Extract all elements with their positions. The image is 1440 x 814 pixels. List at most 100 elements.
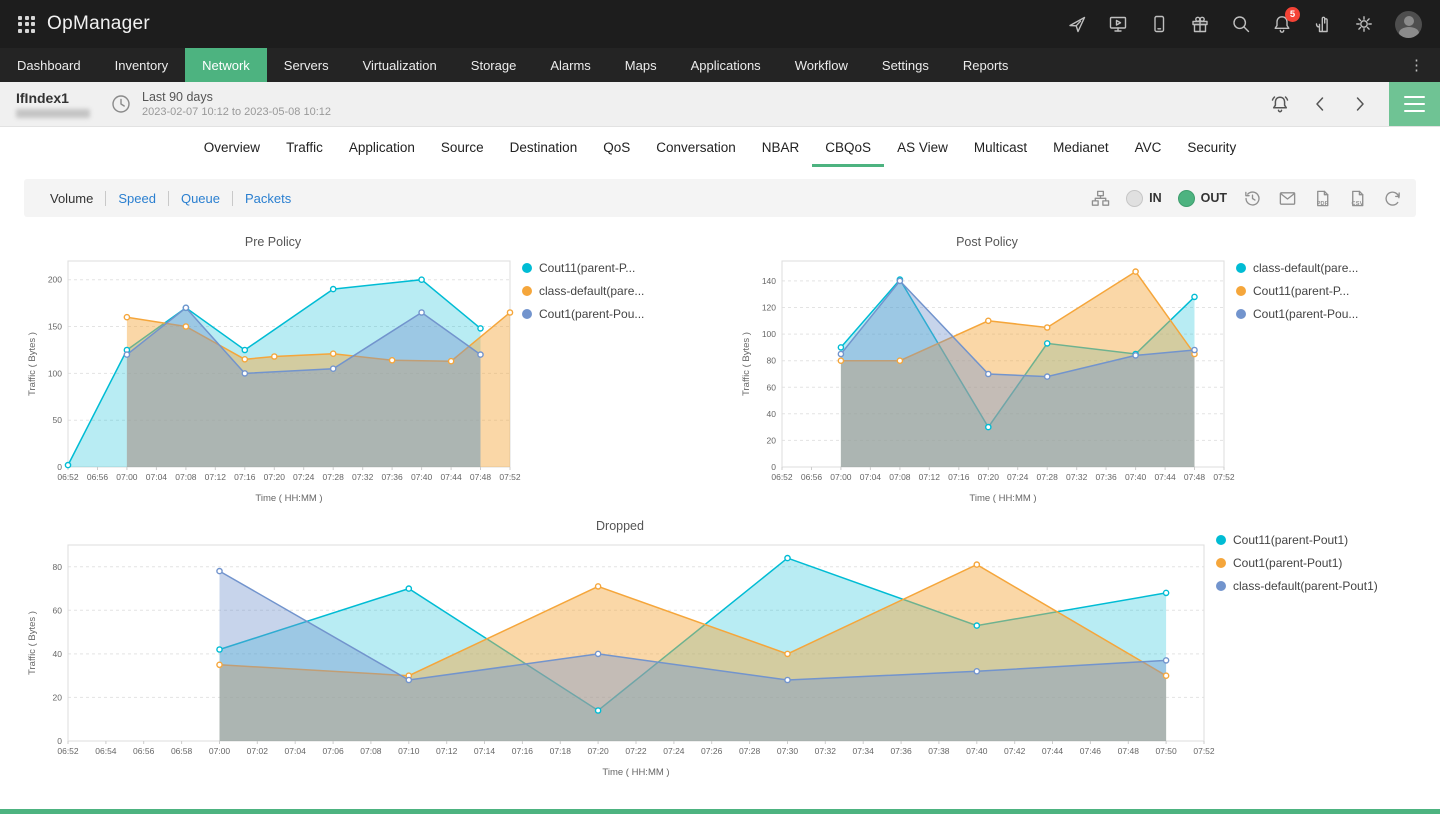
legend-dot	[522, 263, 532, 273]
out-radio[interactable]	[1177, 189, 1195, 207]
svg-text:07:08: 07:08	[175, 472, 197, 482]
out-label: OUT	[1200, 191, 1227, 205]
sitemap-icon[interactable]	[1091, 189, 1110, 208]
legend-label: Cout1(parent-Pou...	[1253, 307, 1359, 321]
in-toggle[interactable]: IN	[1126, 189, 1162, 207]
app-grid-icon[interactable]	[18, 15, 35, 33]
svg-text:07:36: 07:36	[1095, 472, 1117, 482]
clock-icon[interactable]	[110, 93, 132, 115]
tab-as-view[interactable]: AS View	[884, 127, 961, 167]
notification-badge: 5	[1285, 7, 1300, 22]
svg-text:06:56: 06:56	[133, 746, 155, 756]
svg-text:120: 120	[762, 303, 776, 313]
gift-icon[interactable]	[1190, 14, 1210, 34]
tab-nbar[interactable]: NBAR	[749, 127, 813, 167]
svg-text:07:36: 07:36	[381, 472, 403, 482]
svg-text:07:22: 07:22	[625, 746, 647, 756]
nav-item-virtualization[interactable]: Virtualization	[346, 48, 454, 82]
nav-overflow-icon[interactable]: ⋮	[1393, 48, 1440, 82]
svg-text:07:36: 07:36	[890, 746, 912, 756]
user-avatar[interactable]	[1395, 10, 1422, 38]
phone-icon[interactable]	[1149, 14, 1169, 34]
chart-title-dropped: Dropped	[596, 519, 644, 533]
hand-icon[interactable]	[1313, 14, 1333, 34]
gear-icon[interactable]	[1354, 14, 1374, 34]
svg-text:07:16: 07:16	[948, 472, 970, 482]
nav-item-servers[interactable]: Servers	[267, 48, 346, 82]
svg-text:Time ( HH:MM ): Time ( HH:MM )	[969, 493, 1036, 504]
legend-item[interactable]: Cout11(parent-Pout1)	[1216, 533, 1416, 547]
chevron-right-icon[interactable]	[1350, 94, 1370, 114]
tab-destination[interactable]: Destination	[497, 127, 591, 167]
svg-text:07:00: 07:00	[116, 472, 138, 482]
nav-item-workflow[interactable]: Workflow	[778, 48, 865, 82]
hamburger-icon[interactable]	[1389, 82, 1440, 126]
legend-item[interactable]: Cout1(parent-Pou...	[522, 307, 702, 321]
tab-source[interactable]: Source	[428, 127, 497, 167]
history-icon[interactable]	[1243, 189, 1262, 208]
search-icon[interactable]	[1231, 14, 1251, 34]
view-volume[interactable]: Volume	[38, 191, 105, 206]
mail-icon[interactable]	[1278, 189, 1297, 208]
view-queue[interactable]: Queue	[167, 190, 232, 206]
legend-dot	[1216, 581, 1226, 591]
legend-item[interactable]: Cout11(parent-P...	[1236, 284, 1416, 298]
svg-text:07:32: 07:32	[352, 472, 374, 482]
tab-traffic[interactable]: Traffic	[273, 127, 336, 167]
legend-item[interactable]: Cout1(parent-Pou...	[1236, 307, 1416, 321]
alert-icon[interactable]	[1270, 94, 1290, 114]
csv-icon[interactable]: CSV	[1348, 189, 1367, 208]
nav-item-applications[interactable]: Applications	[674, 48, 778, 82]
tab-multicast[interactable]: Multicast	[961, 127, 1040, 167]
legend-item[interactable]: class-default(pare...	[522, 284, 702, 298]
tab-medianet[interactable]: Medianet	[1040, 127, 1122, 167]
svg-text:Traffic ( Bytes ): Traffic ( Bytes )	[741, 332, 752, 396]
nav-item-dashboard[interactable]: Dashboard	[0, 48, 98, 82]
rocket-icon[interactable]	[1067, 14, 1087, 34]
svg-text:06:58: 06:58	[171, 746, 193, 756]
tab-avc[interactable]: AVC	[1122, 127, 1175, 167]
reset-icon[interactable]	[1383, 189, 1402, 208]
svg-text:80: 80	[767, 356, 777, 366]
pdf-icon-label: PDF	[1316, 200, 1329, 207]
tab-overview[interactable]: Overview	[191, 127, 273, 167]
tab-cbqos[interactable]: CBQoS	[812, 127, 884, 167]
view-packets[interactable]: Packets	[232, 190, 303, 206]
nav-item-maps[interactable]: Maps	[608, 48, 674, 82]
legend-label: Cout11(parent-P...	[1253, 284, 1350, 298]
svg-text:20: 20	[767, 435, 777, 445]
tab-application[interactable]: Application	[336, 127, 428, 167]
chevron-left-icon[interactable]	[1310, 94, 1330, 114]
svg-text:07:44: 07:44	[440, 472, 462, 482]
tab-qos[interactable]: QoS	[590, 127, 643, 167]
nav-item-inventory[interactable]: Inventory	[98, 48, 185, 82]
legend-item[interactable]: class-default(pare...	[1236, 261, 1416, 275]
screen-play-icon[interactable]	[1108, 14, 1128, 34]
in-radio[interactable]	[1126, 189, 1144, 207]
out-toggle[interactable]: OUT	[1177, 189, 1227, 207]
nav-item-network[interactable]: Network	[185, 48, 267, 82]
device-header: IfIndex1 Last 90 days 2023-02-07 10:12 t…	[0, 82, 1440, 127]
nav-item-alarms[interactable]: Alarms	[533, 48, 607, 82]
svg-text:07:20: 07:20	[978, 472, 1000, 482]
nav-item-settings[interactable]: Settings	[865, 48, 946, 82]
legend-item[interactable]: class-default(parent-Pout1)	[1216, 579, 1416, 593]
svg-text:07:52: 07:52	[1193, 746, 1215, 756]
nav-item-storage[interactable]: Storage	[454, 48, 534, 82]
time-range-block[interactable]: Last 90 days 2023-02-07 10:12 to 2023-05…	[142, 90, 331, 118]
csv-icon-label: CSV	[1351, 200, 1364, 207]
legend-item[interactable]: Cout11(parent-P...	[522, 261, 702, 275]
svg-text:07:08: 07:08	[889, 472, 911, 482]
legend-item[interactable]: Cout1(parent-Pout1)	[1216, 556, 1416, 570]
svg-text:07:28: 07:28	[739, 746, 761, 756]
nav-item-reports[interactable]: Reports	[946, 48, 1026, 82]
legend-label: Cout11(parent-Pout1)	[1233, 533, 1349, 547]
svg-text:07:44: 07:44	[1154, 472, 1176, 482]
tab-security[interactable]: Security	[1174, 127, 1249, 167]
pdf-icon[interactable]: PDF	[1313, 189, 1332, 208]
bell-icon[interactable]: 5	[1272, 7, 1300, 34]
svg-text:07:20: 07:20	[264, 472, 286, 482]
view-speed[interactable]: Speed	[105, 190, 168, 206]
tab-conversation[interactable]: Conversation	[643, 127, 749, 167]
time-range-label: Last 90 days	[142, 90, 213, 104]
